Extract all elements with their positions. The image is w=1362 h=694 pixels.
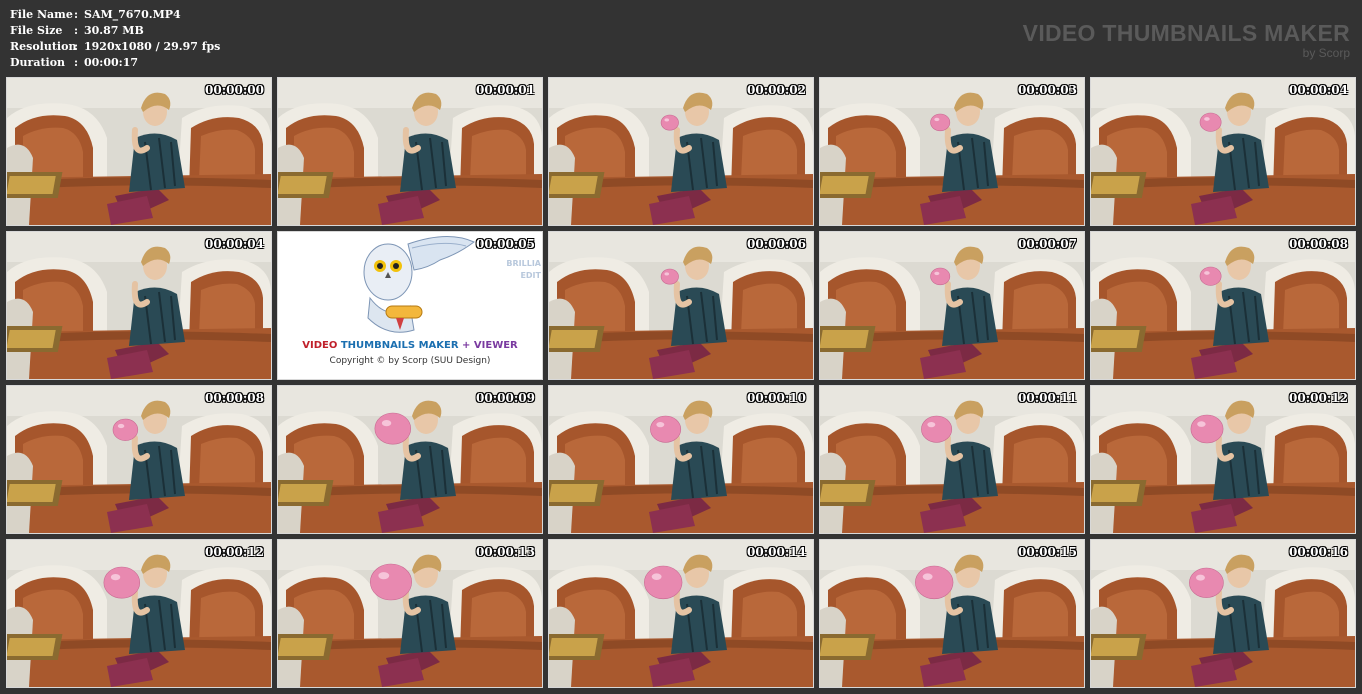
video-thumbnail[interactable]: 00:00:14 [548, 539, 814, 688]
brand-title: VIDEO THUMBNAILS MAKER [1022, 20, 1350, 46]
timestamp-label: 00:00:01 [476, 83, 535, 97]
video-thumbnail[interactable]: 00:00:08 [6, 385, 272, 534]
timestamp-label: 00:00:14 [747, 545, 806, 559]
splash-side-text: BRILLIA EDIT [506, 259, 541, 280]
frame-image [549, 78, 813, 225]
resolution-row: Resolution:1920x1080 / 29.97 fps [10, 39, 220, 55]
timestamp-label: 00:00:15 [1018, 545, 1077, 559]
file-size-value: 30.87 MB [84, 24, 144, 37]
video-thumbnail[interactable]: 00:00:01 [277, 77, 543, 226]
frame-image [1091, 232, 1355, 379]
video-thumbnail[interactable]: 00:00:12 [6, 539, 272, 688]
separator: : [74, 40, 79, 53]
file-info-panel: File Name: SAM_7670.MP4 File Size:30.87 M… [10, 7, 220, 71]
separator: : [74, 8, 79, 21]
timestamp-label: 00:00:13 [476, 545, 535, 559]
timestamp-label: 00:00:10 [747, 391, 806, 405]
frame-image [1091, 540, 1355, 687]
frame-image [7, 232, 271, 379]
frame-image [7, 540, 271, 687]
timestamp-label: 00:00:09 [476, 391, 535, 405]
frame-image [549, 232, 813, 379]
video-thumbnail[interactable]: 00:00:15 [819, 539, 1085, 688]
resolution-label: Resolution [10, 40, 77, 53]
timestamp-label: 00:00:06 [747, 237, 806, 251]
frame-image [7, 78, 271, 225]
frame-image [820, 540, 1084, 687]
splash-word-video: VIDEO [302, 340, 338, 351]
brand-subtitle: by Scorp [1302, 46, 1350, 60]
video-thumbnail[interactable]: 00:00:02 [548, 77, 814, 226]
timestamp-label: 00:00:07 [1018, 237, 1077, 251]
video-thumbnail[interactable]: 00:00:00 [6, 77, 272, 226]
frame-image [278, 386, 542, 533]
file-name-label: File Name [10, 8, 73, 21]
file-name-row: File Name: SAM_7670.MP4 [10, 7, 220, 23]
video-thumbnail[interactable]: 00:00:04 [6, 231, 272, 380]
frame-image [549, 386, 813, 533]
resolution-value: 1920x1080 / 29.97 fps [84, 40, 221, 53]
video-thumbnail[interactable]: 00:00:06 [548, 231, 814, 380]
duration-row: Duration:00:00:17 [10, 55, 220, 71]
video-thumbnail[interactable]: 00:00:09 [277, 385, 543, 534]
frame-image [549, 540, 813, 687]
video-thumbnail[interactable]: 00:00:08 [1090, 231, 1356, 380]
splash-title: VIDEO THUMBNAILS MAKER + VIEWER [278, 340, 542, 351]
separator: : [74, 56, 79, 69]
duration-value: 00:00:17 [84, 56, 139, 69]
frame-image [278, 78, 542, 225]
file-name-value: SAM_7670.MP4 [84, 8, 181, 21]
timestamp-label: 00:00:02 [747, 83, 806, 97]
timestamp-label: 00:00:05 [476, 237, 535, 251]
frame-image [7, 386, 271, 533]
video-thumbnail[interactable]: 00:00:04 [1090, 77, 1356, 226]
file-size-row: File Size:30.87 MB [10, 23, 220, 39]
timestamp-label: 00:00:08 [205, 391, 264, 405]
video-thumbnail[interactable]: 00:00:11 [819, 385, 1085, 534]
duration-label: Duration [10, 56, 66, 69]
timestamp-label: 00:00:00 [205, 83, 264, 97]
frame-image [820, 386, 1084, 533]
video-thumbnail[interactable]: 00:00:16 [1090, 539, 1356, 688]
video-thumbnail[interactable]: 00:00:10 [548, 385, 814, 534]
file-size-label: File Size [10, 24, 63, 37]
frame-image [820, 232, 1084, 379]
splash-thumbnail[interactable]: BRILLIA EDIT VIDEO THUMBNAILS MAKER + VIEW… [277, 231, 543, 380]
timestamp-label: 00:00:16 [1289, 545, 1348, 559]
splash-word-thumbnails: THUMBNAILS MAKER [340, 340, 459, 351]
splash-word-viewer: + VIEWER [462, 340, 518, 351]
frame-image [1091, 78, 1355, 225]
frame-image [820, 78, 1084, 225]
timestamp-label: 00:00:04 [205, 237, 264, 251]
timestamp-label: 00:00:11 [1018, 391, 1077, 405]
separator: : [74, 24, 79, 37]
owl-logo-icon [348, 234, 478, 342]
timestamp-label: 00:00:03 [1018, 83, 1077, 97]
video-thumbnail[interactable]: 00:00:03 [819, 77, 1085, 226]
timestamp-label: 00:00:08 [1289, 237, 1348, 251]
video-thumbnail[interactable]: 00:00:13 [277, 539, 543, 688]
video-thumbnail[interactable]: 00:00:12 [1090, 385, 1356, 534]
brand-watermark: VIDEO THUMBNAILS MAKER by Scorp [1023, 20, 1350, 60]
splash-copyright: Copyright © by Scorp (SUU Design) [329, 356, 491, 366]
frame-image [1091, 386, 1355, 533]
frame-image [278, 540, 542, 687]
timestamp-label: 00:00:04 [1289, 83, 1348, 97]
timestamp-label: 00:00:12 [1289, 391, 1348, 405]
video-thumbnail[interactable]: 00:00:07 [819, 231, 1085, 380]
timestamp-label: 00:00:12 [205, 545, 264, 559]
